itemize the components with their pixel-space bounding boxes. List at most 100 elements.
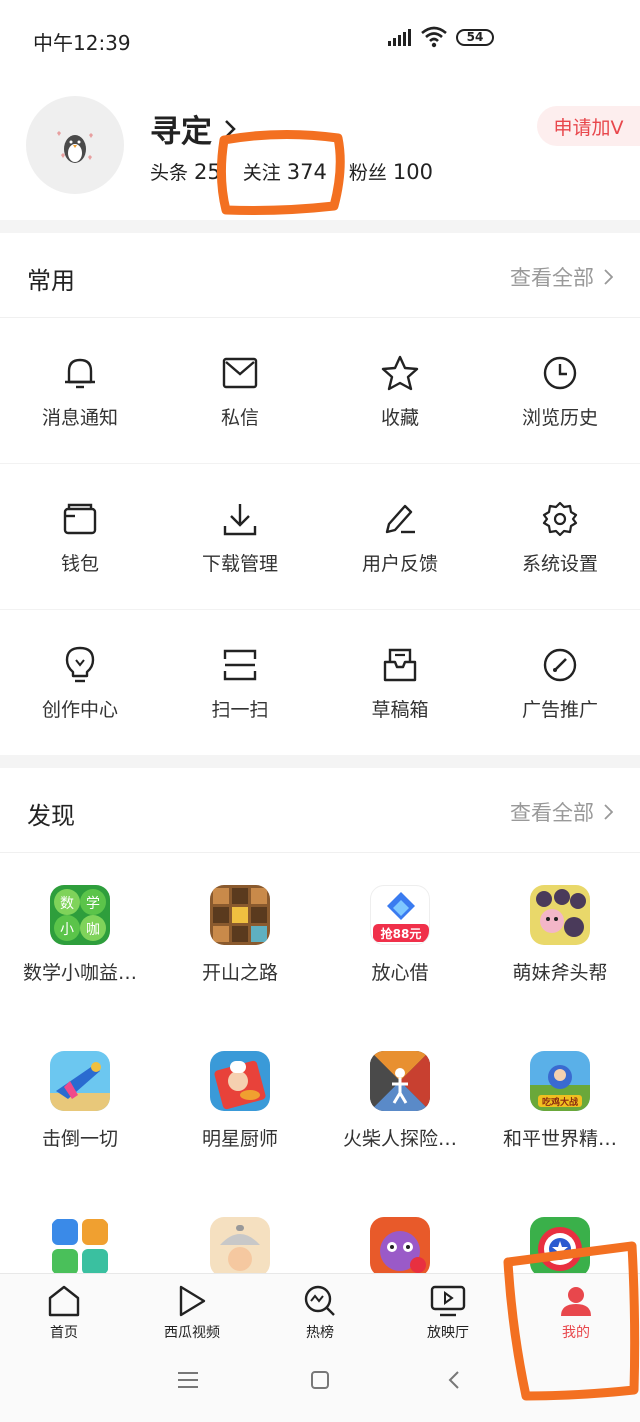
play-icon <box>177 1283 207 1319</box>
gauge-icon <box>540 645 580 685</box>
see-all-label: 查看全部 <box>510 801 594 825</box>
trending-icon <box>303 1283 337 1319</box>
shortcut-row: 钱包 下载管理 用户反馈 系统设置 <box>0 464 640 610</box>
app-item[interactable]: 萌妹斧头帮 <box>480 853 640 1019</box>
app-label: 明星厨师 <box>201 1128 278 1150</box>
nav-label: 首页 <box>50 1325 78 1341</box>
nav-label: 西瓜视频 <box>164 1325 220 1341</box>
app-item[interactable]: 火柴人探险… <box>320 1019 480 1185</box>
battle-game-icon: 吃鸡大战 <box>530 1051 590 1111</box>
shortcut-label: 浏览历史 <box>521 407 598 429</box>
app-row: 击倒一切 明星厨师 火柴人探险… 吃鸡大战 和平世界精… <box>0 1019 640 1185</box>
nav-mine[interactable]: 我的 <box>512 1274 640 1346</box>
app-label: 和平世界精… <box>502 1128 617 1150</box>
stat-following[interactable]: 关注 374 <box>243 158 327 185</box>
shortcut-ads[interactable]: 广告推广 <box>480 610 640 755</box>
shortcut-label: 下载管理 <box>201 553 278 575</box>
shortcut-notifications[interactable]: 消息通知 <box>0 318 160 463</box>
discover-section-header: 发现 查看全部 <box>0 768 640 853</box>
gear-icon <box>540 499 580 539</box>
app-row <box>0 1185 640 1273</box>
block-puzzle-icon <box>210 885 270 945</box>
tile-char: 数 <box>60 896 74 912</box>
shortcut-downloads[interactable]: 下载管理 <box>160 464 320 609</box>
stickman-game-icon <box>370 1051 430 1111</box>
stat-posts[interactable]: 头条 25 <box>150 158 221 185</box>
menu-icon[interactable] <box>177 1370 199 1390</box>
stat-label: 关注 <box>242 162 281 184</box>
shortcut-row: 创作中心 扫一扫 草稿箱 广告推广 <box>0 610 640 755</box>
shortcut-wallet[interactable]: 钱包 <box>0 464 160 609</box>
common-section: 常用 查看全部 消息通知 私信 收藏 浏览历史 钱包 下载管理 用户反馈 系统设… <box>0 233 640 755</box>
bottom-nav: 首页 西瓜视频 热榜 放映厅 我的 <box>0 1273 640 1346</box>
stat-followers[interactable]: 粉丝 100 <box>349 158 433 185</box>
shortcut-history[interactable]: 浏览历史 <box>480 318 640 463</box>
shortcut-feedback[interactable]: 用户反馈 <box>320 464 480 609</box>
cartoon-game-icon <box>530 885 590 945</box>
nav-home[interactable]: 首页 <box>0 1274 128 1346</box>
app-item[interactable] <box>480 1185 640 1273</box>
shortcut-label: 创作中心 <box>41 699 118 721</box>
back-icon[interactable] <box>447 1370 461 1390</box>
apply-verification-button[interactable]: 申请加V <box>537 106 640 146</box>
app-item[interactable]: 抢88元 放心借 <box>320 853 480 1019</box>
mail-icon <box>220 353 260 393</box>
shortcut-scan[interactable]: 扫一扫 <box>160 610 320 755</box>
see-all-link[interactable]: 查看全部 <box>510 262 613 292</box>
cooking-game-icon <box>210 1217 270 1273</box>
system-nav-bar <box>0 1345 640 1422</box>
app-item[interactable] <box>320 1185 480 1273</box>
shortcut-label: 系统设置 <box>521 553 598 575</box>
shortcut-messages[interactable]: 私信 <box>160 318 320 463</box>
discover-section: 发现 查看全部 数 学 小 咖 数学小咖益… 开山之路 抢88元 放心借 萌妹斧… <box>0 768 640 1273</box>
shooter-game-icon <box>50 1051 110 1111</box>
home-square-icon[interactable] <box>310 1370 330 1390</box>
app-item[interactable]: 吃鸡大战 和平世界精… <box>480 1019 640 1185</box>
shortcut-label: 钱包 <box>60 553 99 575</box>
chevron-right-icon <box>225 119 236 138</box>
shortcut-favorites[interactable]: 收藏 <box>320 318 480 463</box>
tile-char: 咖 <box>86 922 100 938</box>
profile-stats: 头条 25 关注 374 粉丝 100 <box>150 158 433 185</box>
stat-value: 25 <box>194 160 221 184</box>
bell-icon <box>60 353 100 393</box>
shortcut-row: 消息通知 私信 收藏 浏览历史 <box>0 318 640 464</box>
nav-trending[interactable]: 热榜 <box>256 1274 384 1346</box>
drafts-icon <box>380 645 420 685</box>
nav-xigua-video[interactable]: 西瓜视频 <box>128 1274 256 1346</box>
signal-icon <box>388 29 411 46</box>
shortcut-label: 扫一扫 <box>211 699 269 721</box>
shortcut-label: 用户反馈 <box>361 553 438 575</box>
app-item[interactable]: 开山之路 <box>160 853 320 1019</box>
app-item[interactable]: 明星厨师 <box>160 1019 320 1185</box>
screen-play-icon <box>430 1283 466 1319</box>
penguin-avatar-icon <box>57 131 93 163</box>
app-item[interactable]: 击倒一切 <box>0 1019 160 1185</box>
nav-screening-hall[interactable]: 放映厅 <box>384 1274 512 1346</box>
star-icon <box>380 353 420 393</box>
shortcut-creator-center[interactable]: 创作中心 <box>0 610 160 755</box>
app-item[interactable] <box>160 1185 320 1273</box>
stat-value: 100 <box>392 160 433 184</box>
shortcut-settings[interactable]: 系统设置 <box>480 464 640 609</box>
chevron-right-icon <box>604 804 613 820</box>
tile-char: 学 <box>86 896 100 912</box>
stat-label: 粉丝 <box>348 162 387 184</box>
app-item[interactable] <box>0 1185 160 1273</box>
see-all-link[interactable]: 查看全部 <box>510 797 613 827</box>
avatar[interactable] <box>26 96 124 194</box>
tile-char: 小 <box>60 922 74 938</box>
gem-puzzle-icon <box>50 1217 110 1273</box>
app-label: 数学小咖益… <box>22 962 137 984</box>
username[interactable]: 寻定 <box>150 106 236 151</box>
nav-label: 热榜 <box>306 1325 334 1341</box>
shortcut-drafts[interactable]: 草稿箱 <box>320 610 480 755</box>
status-bar: 中午12:39 54 <box>0 0 640 78</box>
download-icon <box>220 499 260 539</box>
app-label: 火柴人探险… <box>342 1128 457 1150</box>
app-item[interactable]: 数 学 小 咖 数学小咖益… <box>0 853 160 1019</box>
battery-indicator: 54 <box>456 29 494 46</box>
app-label: 开山之路 <box>201 962 278 984</box>
section-title: 发现 <box>27 802 75 830</box>
user-icon <box>559 1283 593 1319</box>
